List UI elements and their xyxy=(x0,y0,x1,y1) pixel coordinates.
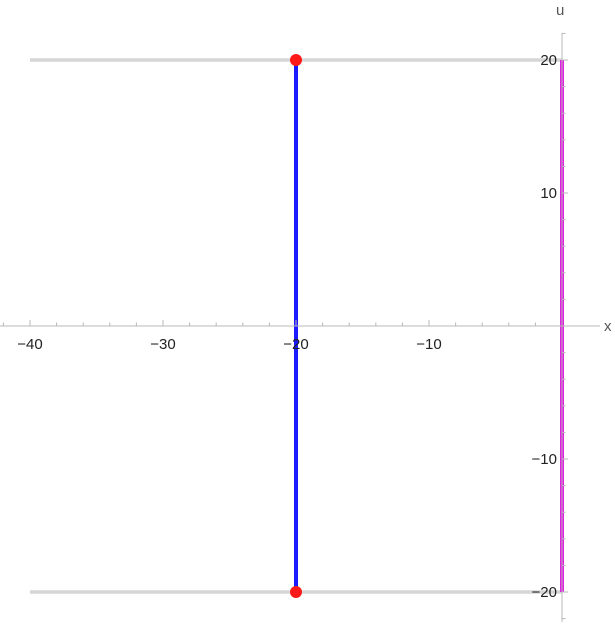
axes-layer: −40 −30 −20 −10 −20 −10 10 20 xyxy=(0,32,600,622)
chart: −40 −30 −20 −10 −20 −10 10 20 x u xyxy=(0,2,612,622)
x-axis-label: x xyxy=(604,318,612,335)
data-point xyxy=(290,586,302,598)
x-tick-label: −40 xyxy=(17,336,42,353)
y-tick-label: 20 xyxy=(540,52,557,69)
y-axis-label: u xyxy=(556,2,564,19)
x-tick-label: −10 xyxy=(416,336,441,353)
x-tick-label: −20 xyxy=(283,336,308,353)
y-tick-label: −20 xyxy=(532,584,557,601)
y-tick-label: 10 xyxy=(540,185,557,202)
x-tick-label: −30 xyxy=(150,336,175,353)
y-tick-label: −10 xyxy=(532,451,557,468)
data-point xyxy=(290,54,302,66)
